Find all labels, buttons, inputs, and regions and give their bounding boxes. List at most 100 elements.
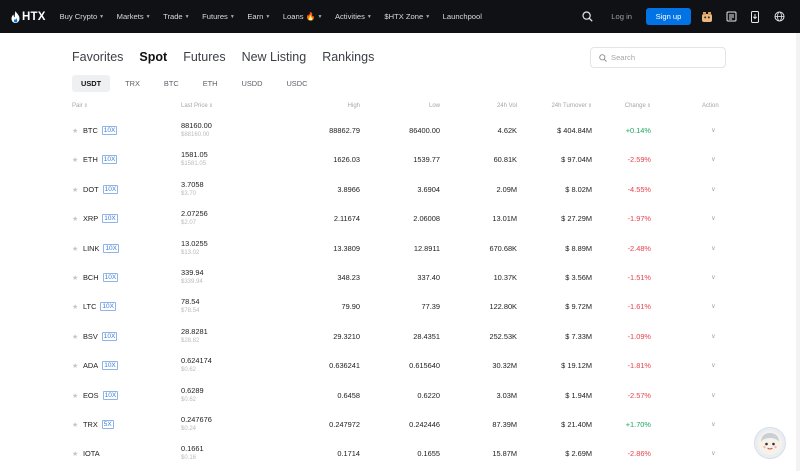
high-value: 3.8966 [337, 184, 360, 194]
last-price-usd: $1581.05 [181, 161, 207, 168]
quote-tab-usdc[interactable]: USDC [277, 75, 316, 92]
column-header-last-price[interactable]: Last Price⇕ [181, 103, 213, 109]
table-row[interactable]: ★ ADA 10X 0.624174 $0.62 0.636241 0.61564… [0, 351, 800, 380]
low-value: 0.615640 [409, 361, 440, 371]
high-value: 79.90 [341, 302, 361, 312]
nav-futures[interactable]: Futures ▼ [202, 12, 235, 21]
table-row[interactable]: ★ TRX 5X 0.247676 $0.24 0.247972 0.242446… [0, 410, 800, 439]
pair-cell[interactable]: BCH 10X [83, 272, 119, 282]
quote-tab-usdd[interactable]: USDD [233, 75, 272, 92]
table-row[interactable]: ★ XRP 10X 2.07256 $2.07 2.11674 2.06008 1… [0, 204, 800, 233]
quote-tab-usdt[interactable]: USDT [72, 75, 111, 92]
chevron-down-icon[interactable]: ∨ [711, 155, 716, 163]
quote-tab-eth[interactable]: ETH [194, 75, 227, 92]
pair-cell[interactable]: LTC 10X [83, 302, 116, 312]
assistant-avatar-icon[interactable] [754, 427, 786, 459]
nav-loans[interactable]: Loans 🔥 ▼ [283, 12, 323, 21]
column-header-24h-turnover[interactable]: 24h Turnover⇕ [551, 103, 592, 109]
table-row[interactable]: ★ BSV 10X 28.8281 $28.82 29.3210 28.4351 … [0, 322, 800, 351]
chevron-down-icon[interactable]: ∨ [711, 361, 716, 369]
pair-cell[interactable]: IOTA [83, 449, 100, 458]
search-icon[interactable] [580, 10, 594, 24]
search-input[interactable] [611, 53, 721, 62]
table-row[interactable]: ★ BCH 10X 339.94 $339.94 348.23 337.40 10… [0, 263, 800, 292]
nav-label: Loans [282, 12, 304, 21]
pair-cell[interactable]: ADA 10X [83, 361, 118, 371]
nav-htx-zone[interactable]: $HTX Zone ▼ [384, 12, 430, 21]
low-value: 0.242446 [409, 419, 440, 429]
table-row[interactable]: ★ LTC 10X 78.54 $78.54 79.90 77.39 122.80… [0, 292, 800, 321]
chevron-down-icon[interactable]: ∨ [711, 214, 716, 222]
htx-flame-logo-icon [11, 10, 20, 23]
volume-value: 3.03M [496, 390, 517, 400]
leverage-badge: 10X [101, 126, 118, 135]
gift-icon[interactable] [700, 10, 714, 24]
table-row[interactable]: ★ ETH 10X 1581.05 $1581.05 1626.03 1539.7… [0, 145, 800, 174]
sort-icon: ⇕ [646, 103, 651, 109]
star-icon[interactable]: ★ [72, 362, 78, 370]
htx-logo[interactable]: HTX [11, 10, 46, 23]
quote-tab-btc[interactable]: BTC [155, 75, 188, 92]
star-icon[interactable]: ★ [72, 245, 78, 253]
download-app-icon[interactable] [748, 10, 762, 24]
last-price: 78.54 [181, 297, 200, 307]
chevron-down-icon[interactable]: ∨ [711, 391, 716, 399]
table-row[interactable]: ★ EOS 10X 0.6289 $0.62 0.6458 0.6220 3.03… [0, 381, 800, 410]
pair-cell[interactable]: EOS 10X [83, 390, 119, 400]
nav-earn[interactable]: Earn ▼ [247, 12, 270, 21]
chevron-down-icon[interactable]: ∨ [711, 185, 716, 193]
table-row[interactable]: ★ DOT 10X 3.7058 $3.70 3.8966 3.6904 2.09… [0, 175, 800, 204]
star-icon[interactable]: ★ [72, 303, 78, 311]
table-row[interactable]: ★ BTC 10X 88160.00 $88160.00 88862.79 864… [0, 116, 800, 145]
high-value: 0.636241 [329, 361, 360, 371]
chevron-down-icon[interactable]: ∨ [711, 332, 716, 340]
high-value: 0.247972 [329, 419, 360, 429]
language-globe-icon[interactable] [772, 10, 786, 24]
change-value: -2.57% [627, 390, 651, 400]
pair-cell[interactable]: XRP 10X [83, 214, 118, 224]
pair-cell[interactable]: TRX 5X [83, 419, 114, 429]
star-icon[interactable]: ★ [72, 450, 78, 458]
pair-cell[interactable]: ETH 10X [83, 155, 118, 165]
tab-favorites[interactable]: Favorites [72, 50, 123, 64]
nav-markets[interactable]: Markets ▼ [117, 12, 151, 21]
star-icon[interactable]: ★ [72, 274, 78, 282]
star-icon[interactable]: ★ [72, 215, 78, 223]
column-header-change[interactable]: Change⇕ [625, 103, 651, 109]
pair-cell[interactable]: BTC 10X [83, 126, 118, 135]
chevron-down-icon[interactable]: ∨ [711, 126, 716, 134]
column-header-pair[interactable]: Pair⇕ [72, 103, 88, 109]
page-scrollbar[interactable] [796, 33, 800, 471]
nav-activities[interactable]: Activities ▼ [335, 12, 372, 21]
notice-icon[interactable] [724, 10, 738, 24]
star-icon[interactable]: ★ [72, 127, 78, 135]
star-icon[interactable]: ★ [72, 333, 78, 341]
tab-rankings[interactable]: Rankings [322, 50, 374, 64]
star-icon[interactable]: ★ [72, 421, 78, 429]
pair-cell[interactable]: BSV 10X [83, 331, 118, 341]
pair-cell[interactable]: DOT 10X [83, 184, 119, 194]
login-link[interactable]: Log in [611, 12, 632, 21]
chevron-down-icon[interactable]: ∨ [711, 244, 716, 252]
chevron-down-icon[interactable]: ∨ [711, 273, 716, 281]
change-value: -1.61% [627, 302, 651, 312]
table-row[interactable]: ★ IOTA 0.1661 $0.16 0.1714 0.1655 15.87M… [0, 439, 800, 468]
star-icon[interactable]: ★ [72, 186, 78, 194]
column-header-low: Low [428, 103, 440, 109]
tab-new-listing[interactable]: New Listing [242, 50, 307, 64]
tab-futures[interactable]: Futures [183, 50, 225, 64]
high-value: 2.11674 [333, 214, 360, 224]
quote-tab-trx[interactable]: TRX [116, 75, 149, 92]
star-icon[interactable]: ★ [72, 392, 78, 400]
signup-button[interactable]: Sign up [646, 8, 691, 25]
tab-spot[interactable]: Spot [139, 50, 167, 64]
chevron-down-icon[interactable]: ∨ [711, 420, 716, 428]
nav-trade[interactable]: Trade ▼ [163, 12, 190, 21]
chevron-down-icon[interactable]: ∨ [711, 302, 716, 310]
chevron-down-icon[interactable]: ∨ [711, 449, 716, 457]
nav-buy-crypto[interactable]: Buy Crypto ▼ [60, 12, 105, 21]
star-icon[interactable]: ★ [72, 156, 78, 164]
table-row[interactable]: ★ LINK 10X 13.0255 $13.02 13.3809 12.8911… [0, 234, 800, 263]
pair-cell[interactable]: LINK 10X [83, 243, 120, 253]
nav-launchpool[interactable]: Launchpool [443, 12, 482, 21]
